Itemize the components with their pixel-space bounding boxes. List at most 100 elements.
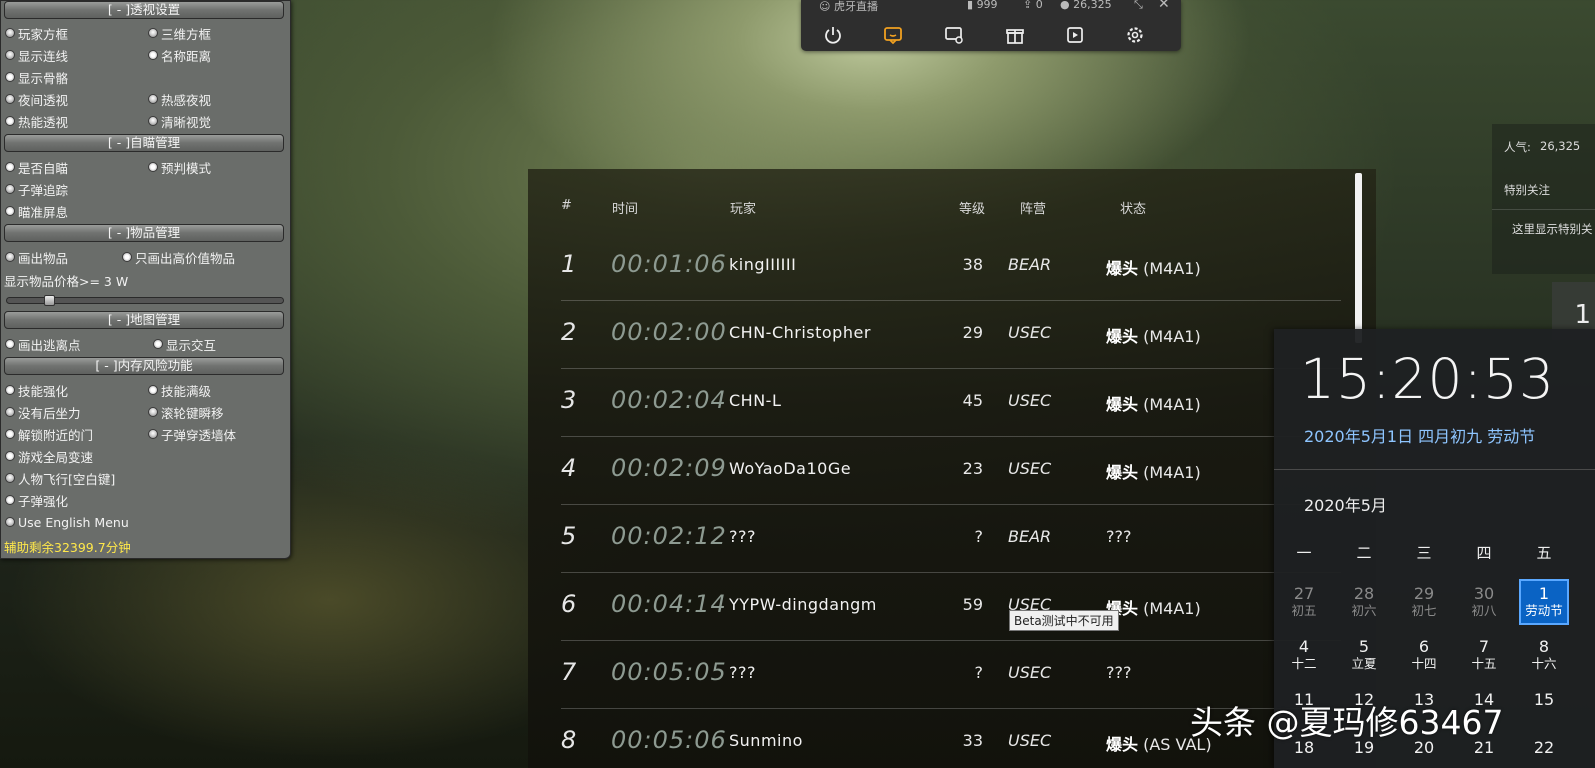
radio-icon[interactable]: [148, 94, 158, 104]
option-clear-vision[interactable]: 清晰视觉: [148, 112, 211, 130]
section-esp-header[interactable]: [ - ]透视设置: [4, 1, 284, 19]
close-icon[interactable]: ✕: [1158, 0, 1170, 12]
option-fly[interactable]: 人物飞行[空白键]: [5, 469, 115, 487]
watermark-text: 头条 @夏玛修63467: [1190, 703, 1504, 742]
radio-icon[interactable]: [122, 252, 132, 262]
radio-icon[interactable]: [148, 385, 158, 395]
option-thermal-vision[interactable]: 热能透视: [5, 112, 68, 130]
chat-icon[interactable]: [882, 24, 904, 46]
stream-viewers: ● 26,325: [1060, 0, 1112, 11]
option-english-menu[interactable]: Use English Menu: [5, 513, 129, 531]
option-no-recoil[interactable]: 没有后坐力: [5, 403, 81, 421]
option-skill-max[interactable]: 技能满级: [148, 381, 211, 399]
collapse-icon[interactable]: ⤡: [1134, 0, 1143, 12]
calendar-day[interactable]: 15: [1519, 685, 1569, 731]
option-auto-aim[interactable]: 是否自瞄: [5, 158, 68, 176]
weekday-label: 一: [1296, 544, 1312, 562]
calendar-day[interactable]: 28 初六: [1339, 579, 1389, 625]
option-player-box[interactable]: 玩家方框: [5, 24, 68, 42]
calendar-month-label[interactable]: 2020年5月: [1304, 492, 1387, 516]
radio-icon[interactable]: [148, 162, 158, 172]
calendar-day[interactable]: 7 十五: [1459, 632, 1509, 678]
option-bullet-boost[interactable]: 子弹强化: [5, 491, 68, 509]
clock-date[interactable]: 2020年5月1日 四月初九 劳动节: [1304, 423, 1535, 447]
radio-icon[interactable]: [5, 72, 15, 82]
video-icon[interactable]: [1064, 24, 1086, 46]
radio-icon[interactable]: [153, 339, 163, 349]
radio-icon[interactable]: [5, 94, 15, 104]
option-label: 子弹强化: [18, 493, 69, 509]
row-time: 00:04:14: [611, 590, 727, 618]
radio-icon[interactable]: [5, 116, 15, 126]
section-aim-header[interactable]: [ - ]自瞄管理: [4, 134, 284, 152]
option-show-interact[interactable]: 显示交互: [153, 335, 216, 353]
calendar-day-today[interactable]: 1 劳动节: [1519, 579, 1569, 625]
screen-settings-icon[interactable]: [943, 24, 965, 46]
stream-status-row: ☺ 虎牙直播 ▮ 999 ⇪ 0 ● 26,325 ⤡ ✕: [801, 0, 1181, 13]
option-aim-screen[interactable]: 瞄准屏息: [5, 202, 68, 220]
radio-icon[interactable]: [5, 206, 15, 216]
calendar-day[interactable]: 22: [1519, 733, 1569, 768]
section-memory-header[interactable]: [ - ]内存风险功能: [4, 357, 284, 375]
option-label: 画出物品: [18, 250, 69, 266]
radio-icon[interactable]: [148, 50, 158, 60]
option-bullet-track[interactable]: 子弹追踪: [5, 180, 68, 198]
row-rank: 8: [561, 726, 577, 754]
price-slider-thumb[interactable]: [44, 295, 55, 306]
section-items-header[interactable]: [ - ]物品管理: [4, 224, 284, 242]
option-show-skeleton[interactable]: 显示骨骼: [5, 68, 68, 86]
option-show-lines[interactable]: 显示连线: [5, 46, 68, 64]
radio-icon[interactable]: [5, 28, 15, 38]
option-bullet-penetrate[interactable]: 子弹穿透墙体: [148, 425, 236, 443]
power-icon[interactable]: [822, 24, 844, 46]
option-label: 画出逃离点: [18, 337, 81, 353]
radio-icon[interactable]: [148, 407, 158, 417]
radio-icon[interactable]: [148, 28, 158, 38]
radio-icon[interactable]: [5, 184, 15, 194]
option-scroll-teleport[interactable]: 滚轮键瞬移: [148, 403, 224, 421]
stream-viewer-count: 26,325: [1073, 0, 1112, 11]
radio-icon[interactable]: [5, 50, 15, 60]
gift-icon[interactable]: [1004, 24, 1026, 46]
radio-icon[interactable]: [5, 473, 15, 483]
radio-icon[interactable]: [5, 385, 15, 395]
row-status: 爆头 (M4A1): [1106, 255, 1201, 279]
calendar-day[interactable]: 27 初五: [1279, 579, 1329, 625]
price-slider[interactable]: [6, 295, 284, 306]
option-name-distance[interactable]: 名称距离: [148, 46, 211, 64]
option-high-value-only[interactable]: 只画出高价值物品: [122, 248, 235, 266]
calendar-day[interactable]: 5 立夏: [1339, 632, 1389, 678]
calendar-day[interactable]: 4 十二: [1279, 632, 1329, 678]
radio-icon[interactable]: [5, 339, 15, 349]
option-unlock-doors[interactable]: 解锁附近的门: [5, 425, 93, 443]
radio-icon[interactable]: [5, 407, 15, 417]
option-label: 显示连线: [18, 48, 69, 64]
option-night-vision[interactable]: 夜间透视: [5, 90, 68, 108]
calendar-day[interactable]: 29 初七: [1399, 579, 1449, 625]
radio-icon[interactable]: [5, 451, 15, 461]
option-skill-boost[interactable]: 技能强化: [5, 381, 68, 399]
radio-icon[interactable]: [5, 162, 15, 172]
stream-brand: ☺ 虎牙直播: [819, 0, 878, 14]
radio-icon[interactable]: [148, 116, 158, 126]
gear-icon[interactable]: [1124, 24, 1146, 46]
beta-tooltip: Beta测试中不可用: [1009, 610, 1119, 631]
option-draw-items[interactable]: 画出物品: [5, 248, 68, 266]
radio-icon[interactable]: [148, 429, 158, 439]
calendar-day[interactable]: 6 十四: [1399, 632, 1449, 678]
row-player: ???: [729, 527, 756, 546]
option-thermal-night[interactable]: 热感夜视: [148, 90, 211, 108]
radio-icon[interactable]: [5, 495, 15, 505]
radio-icon[interactable]: [5, 252, 15, 262]
section-map-header[interactable]: [ - ]地图管理: [4, 311, 284, 329]
scoreboard-scrollbar[interactable]: [1355, 173, 1362, 343]
radio-icon[interactable]: [5, 429, 15, 439]
calendar-day[interactable]: 8 十六: [1519, 632, 1569, 678]
row-status: 爆头 (M4A1): [1106, 595, 1201, 619]
calendar-day[interactable]: 30 初八: [1459, 579, 1509, 625]
option-game-speed[interactable]: 游戏全局变速: [5, 447, 93, 465]
option-3d-box[interactable]: 三维方框: [148, 24, 211, 42]
option-draw-exits[interactable]: 画出逃离点: [5, 335, 81, 353]
option-prediction[interactable]: 预判模式: [148, 158, 211, 176]
radio-icon[interactable]: [5, 517, 15, 527]
